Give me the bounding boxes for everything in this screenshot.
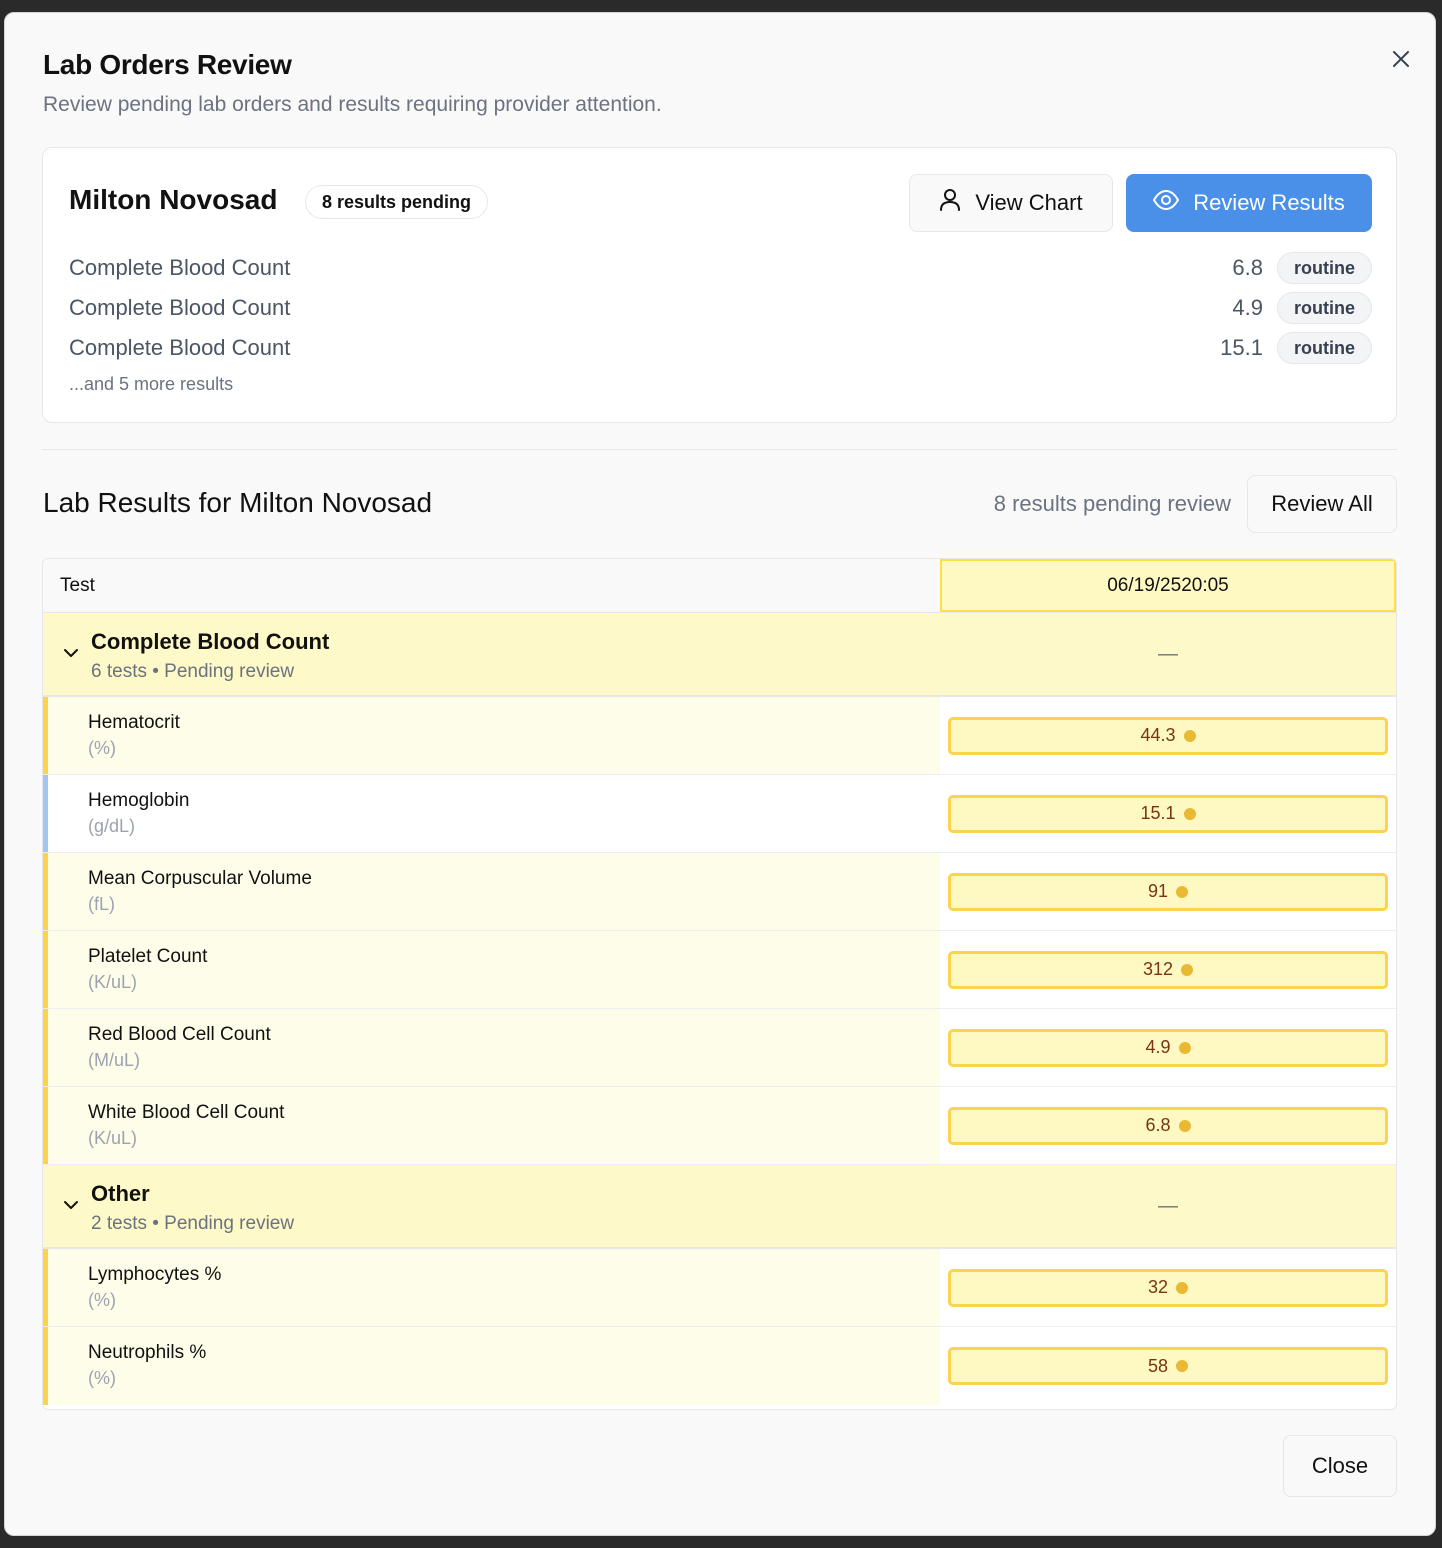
- group-name: Other: [91, 1181, 150, 1206]
- summary-test-name: Complete Blood Count: [69, 295, 291, 320]
- column-header-date[interactable]: 06/19/2520:05: [940, 559, 1396, 612]
- table-row: White Blood Cell Count (K/uL) 6.8: [43, 1087, 1396, 1165]
- test-name: White Blood Cell Count: [88, 1102, 285, 1123]
- lab-orders-dialog: Lab Orders Review Review pending lab ord…: [4, 12, 1436, 1536]
- view-chart-button[interactable]: View Chart: [909, 174, 1113, 232]
- summary-row: Complete Blood Count 4.9 routine: [69, 291, 1372, 325]
- result-value-cell[interactable]: 32: [948, 1268, 1388, 1307]
- summary-test-name: Complete Blood Count: [69, 335, 291, 360]
- test-name: Neutrophils %: [88, 1342, 207, 1363]
- test-name: Mean Corpuscular Volume: [88, 868, 312, 889]
- pending-dot-icon: [1183, 729, 1196, 742]
- more-results-text: ...and 5 more results: [69, 374, 234, 394]
- pending-dot-icon: [1176, 1281, 1189, 1294]
- table-row: Neutrophils % (%) 58: [43, 1327, 1396, 1405]
- result-value-cell[interactable]: 91: [948, 872, 1388, 911]
- dialog-subtitle: Review pending lab orders and results re…: [43, 93, 662, 116]
- column-header-test: Test: [60, 574, 95, 596]
- pending-dot-icon: [1181, 963, 1194, 976]
- user-icon: [939, 188, 961, 218]
- result-value: 312: [1142, 959, 1174, 979]
- result-value: 44.3: [1140, 725, 1176, 745]
- summary-row: Complete Blood Count 15.1 routine: [69, 331, 1372, 365]
- pending-dot-icon: [1176, 1360, 1189, 1372]
- table-row: Lymphocytes % (%) 32: [43, 1249, 1396, 1327]
- priority-badge: routine: [1277, 332, 1372, 364]
- table-header: Test 06/19/2520:05: [43, 559, 1396, 613]
- results-section-title: Lab Results for Milton Novosad: [43, 487, 433, 518]
- review-results-button[interactable]: Review Results: [1126, 174, 1372, 232]
- test-unit: (%): [88, 738, 116, 758]
- result-value-cell[interactable]: 312: [948, 950, 1388, 989]
- table-row: Hemoglobin (g/dL) 15.1: [43, 775, 1396, 853]
- summary-value: 4.9: [1232, 295, 1263, 320]
- group-summary-value: —: [1158, 642, 1178, 665]
- summary-row: Complete Blood Count 6.8 routine: [69, 251, 1372, 285]
- result-value: 91: [1147, 881, 1169, 901]
- section-divider: [42, 449, 1397, 450]
- table-row: Mean Corpuscular Volume (fL) 91: [43, 853, 1396, 931]
- review-all-button[interactable]: Review All: [1247, 475, 1397, 533]
- close-icon[interactable]: [1385, 43, 1417, 75]
- pending-dot-icon: [1176, 885, 1189, 898]
- test-name: Hematocrit: [88, 712, 180, 733]
- group-name: Complete Blood Count: [91, 629, 330, 654]
- table-row: Red Blood Cell Count (M/uL) 4.9: [43, 1009, 1396, 1087]
- results-pending-count: 8 results pending review: [993, 491, 1231, 516]
- test-unit: (g/dL): [88, 816, 136, 836]
- review-results-label: Review Results: [1193, 190, 1345, 215]
- pending-dot-icon: [1178, 1041, 1191, 1054]
- lab-results-table: Test 06/19/2520:05 Complete Blood Count …: [42, 558, 1397, 1410]
- pending-dot-icon: [1183, 807, 1196, 820]
- summary-value: 6.8: [1232, 255, 1263, 280]
- chevron-down-icon[interactable]: [61, 1195, 81, 1215]
- test-unit: (K/uL): [88, 972, 138, 992]
- chevron-down-icon[interactable]: [61, 643, 81, 663]
- result-value-cell[interactable]: 15.1: [948, 794, 1388, 833]
- group-header-complete-blood-count[interactable]: Complete Blood Count 6 tests • Pending r…: [43, 613, 1396, 697]
- table-row: Hematocrit (%) 44.3: [43, 697, 1396, 775]
- patient-summary-card: Milton Novosad 8 results pending View Ch…: [42, 147, 1397, 423]
- patient-name: Milton Novosad: [69, 184, 278, 215]
- test-unit: (%): [88, 1290, 116, 1310]
- view-chart-label: View Chart: [975, 190, 1083, 215]
- test-name: Platelet Count: [88, 946, 208, 967]
- result-value: 4.9: [1145, 1037, 1171, 1057]
- group-meta: 6 tests • Pending review: [91, 661, 295, 682]
- test-unit: (fL): [88, 894, 115, 914]
- result-value-cell[interactable]: 58: [948, 1347, 1388, 1385]
- group-summary-value: —: [1158, 1194, 1178, 1217]
- table-row: Platelet Count (K/uL) 312: [43, 931, 1396, 1009]
- close-button[interactable]: Close: [1283, 1435, 1397, 1497]
- result-value: 15.1: [1140, 803, 1176, 823]
- test-name: Lymphocytes %: [88, 1264, 222, 1285]
- result-value: 6.8: [1145, 1115, 1171, 1135]
- priority-badge: routine: [1277, 252, 1372, 284]
- summary-test-name: Complete Blood Count: [69, 255, 291, 280]
- eye-icon: [1153, 189, 1180, 216]
- result-value-cell[interactable]: 6.8: [948, 1106, 1388, 1145]
- result-value-cell[interactable]: 44.3: [948, 716, 1388, 755]
- test-name: Red Blood Cell Count: [88, 1024, 271, 1045]
- test-name: Hemoglobin: [88, 790, 190, 811]
- result-value: 32: [1147, 1277, 1169, 1297]
- pending-badge: 8 results pending: [305, 185, 489, 219]
- result-value-cell[interactable]: 4.9: [948, 1028, 1388, 1067]
- priority-badge: routine: [1277, 292, 1372, 324]
- group-meta: 2 tests • Pending review: [91, 1213, 295, 1234]
- pending-dot-icon: [1178, 1119, 1191, 1132]
- summary-value: 15.1: [1220, 335, 1263, 360]
- group-header-other[interactable]: Other 2 tests • Pending review —: [43, 1165, 1396, 1249]
- test-unit: (M/uL): [88, 1050, 141, 1070]
- result-value: 58: [1147, 1355, 1169, 1376]
- test-unit: (K/uL): [88, 1128, 138, 1148]
- test-unit: (%): [88, 1368, 116, 1388]
- dialog-title: Lab Orders Review: [43, 49, 292, 80]
